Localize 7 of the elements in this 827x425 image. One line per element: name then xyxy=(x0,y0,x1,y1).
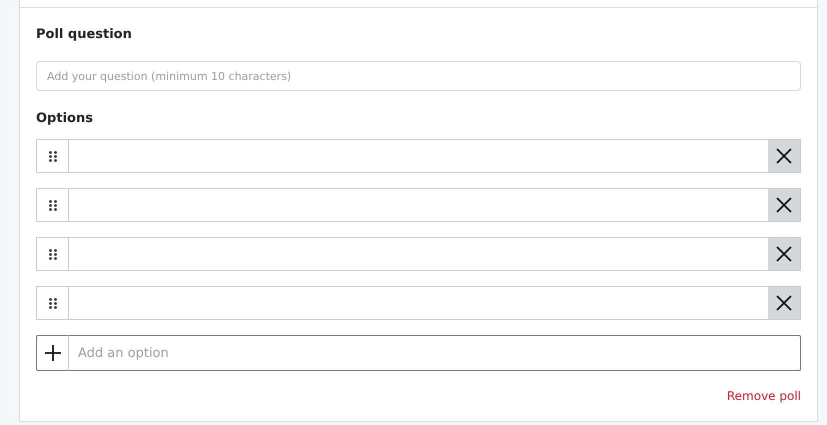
options-label: Options xyxy=(36,110,94,128)
plus-icon xyxy=(44,345,60,361)
add-option-field[interactable]: Add an option xyxy=(69,335,801,371)
question-field[interactable]: Add your question (minimum 10 characters) xyxy=(36,61,801,91)
add-option-button[interactable] xyxy=(36,335,69,371)
poll-question-label: Poll question xyxy=(36,26,133,44)
remove-poll-link[interactable]: Remove poll xyxy=(726,388,801,404)
